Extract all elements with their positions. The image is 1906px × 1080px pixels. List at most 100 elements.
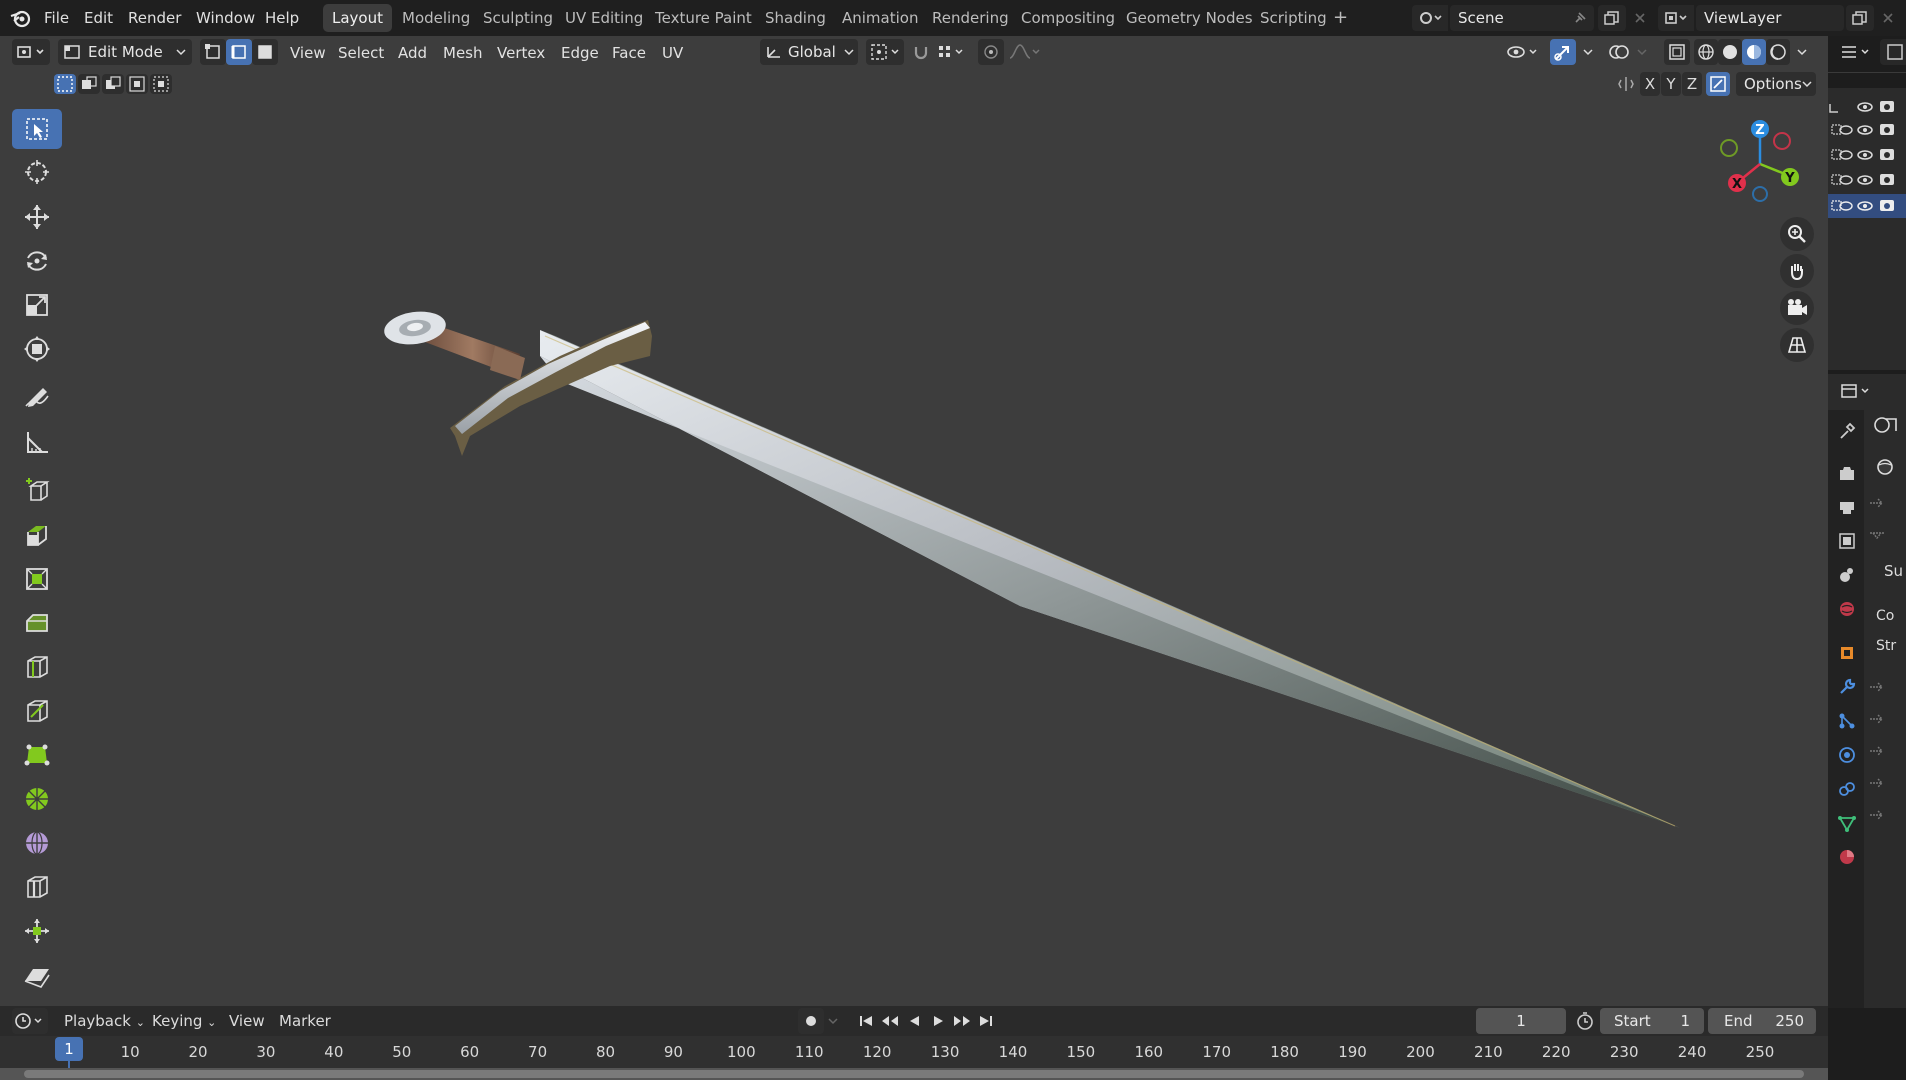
menu-view[interactable]: View [290,36,326,70]
mirror-x-button[interactable]: X [1640,72,1660,96]
spin-tool[interactable] [12,779,62,819]
tab-compositing[interactable]: Compositing [1012,4,1124,32]
smooth-tool[interactable] [12,823,62,863]
edge-select-mode-button[interactable] [226,39,252,65]
properties-editor-type-button[interactable] [1836,378,1876,404]
jump-to-keyframe-forward-icon[interactable] [950,1008,974,1034]
particles-properties-icon[interactable] [1834,708,1860,734]
outliner-row[interactable] [1828,119,1906,141]
shear-tool[interactable] [12,955,62,995]
panel-expand-icon[interactable] [1866,772,1890,794]
menu-vertex[interactable]: Vertex [497,36,545,70]
world-data-icon[interactable] [1868,412,1902,438]
menu-add[interactable]: Add [398,36,427,70]
proportional-editing-icon[interactable] [978,39,1004,65]
menu-mesh[interactable]: Mesh [443,36,483,70]
shading-dropdown-icon[interactable] [1792,39,1812,65]
playback-menu[interactable]: Playback ⌄ [64,1006,145,1036]
auto-keying-icon[interactable] [798,1008,824,1034]
edge-slide-tool[interactable] [12,867,62,907]
move-tool[interactable] [12,197,62,237]
mirror-y-button[interactable]: Y [1661,72,1681,96]
timeline-view-menu[interactable]: View [229,1006,265,1036]
cursor-tool[interactable] [12,152,62,192]
scene-properties-icon[interactable] [1834,562,1860,588]
menu-face[interactable]: Face [612,36,646,70]
transform-orientation-selector[interactable]: Global [760,39,858,65]
select-intersect-mode-button[interactable] [150,74,172,94]
output-properties-icon[interactable] [1834,494,1860,520]
auto-keying-dropdown-icon[interactable] [824,1008,842,1034]
shrink-fatten-tool[interactable] [12,911,62,951]
options-dropdown[interactable]: Options [1736,72,1816,96]
sword-model[interactable] [0,36,1828,1006]
face-select-mode-button[interactable] [252,39,278,65]
remove-view-layer-icon[interactable] [1876,5,1900,31]
tab-layout[interactable]: Layout [323,4,392,32]
outliner-filter-button[interactable] [1836,39,1876,65]
view-layer-properties-icon[interactable] [1834,528,1860,554]
tool-properties-icon[interactable] [1834,418,1860,444]
rotate-tool[interactable] [12,241,62,281]
solid-shading-button[interactable] [1718,39,1742,65]
constraints-properties-icon[interactable] [1834,776,1860,802]
menu-edge[interactable]: Edge [561,36,599,70]
jump-to-keyframe-back-icon[interactable] [878,1008,902,1034]
panel-expand-icon[interactable] [1866,804,1890,826]
panel-expand-icon[interactable] [1866,676,1890,698]
current-frame-field[interactable]: 1 [1476,1008,1566,1034]
select-invert-mode-button[interactable] [126,74,148,94]
new-view-layer-icon[interactable] [1846,5,1874,31]
timeline-editor-type-button[interactable] [12,1008,48,1034]
marker-menu[interactable]: Marker [279,1006,331,1036]
timeline-scrollbar-thumb[interactable] [24,1070,1804,1078]
tab-scripting[interactable]: Scripting [1251,4,1336,32]
outliner-row[interactable] [1828,144,1906,166]
select-subtract-mode-button[interactable] [102,74,124,94]
panel-expand-icon[interactable] [1866,708,1890,730]
measure-tool[interactable] [12,422,62,462]
scene-browse-icon[interactable] [1412,5,1448,31]
select-box-tool[interactable] [12,109,62,149]
visibility-selector-icon[interactable] [1504,39,1542,65]
outliner-new-collection-icon[interactable] [1880,39,1906,65]
playhead[interactable]: 1 [55,1037,83,1061]
panel-expand-icon[interactable] [1866,740,1890,762]
modifier-properties-icon[interactable] [1834,674,1860,700]
panel-collapse-icon[interactable] [1866,524,1890,546]
jump-to-end-icon[interactable] [974,1008,998,1034]
select-extend-mode-button[interactable] [78,74,100,94]
menu-edit[interactable]: Edit [84,0,113,36]
zoom-icon[interactable] [1780,217,1814,251]
world-properties-icon[interactable] [1834,596,1860,622]
scale-tool[interactable] [12,285,62,325]
extrude-region-tool[interactable] [12,515,62,555]
overlays-dropdown-icon[interactable] [1632,39,1652,65]
start-frame-field[interactable]: Start 1 [1600,1008,1704,1034]
bevel-tool[interactable] [12,603,62,643]
tab-modeling[interactable]: Modeling [393,4,479,32]
inset-faces-tool[interactable] [12,559,62,599]
pivot-point-selector[interactable] [866,39,904,65]
menu-uv[interactable]: UV [662,36,683,70]
mirror-icon[interactable] [1614,72,1638,96]
transform-tool[interactable] [12,329,62,369]
rendered-shading-button[interactable] [1766,39,1790,65]
play-icon[interactable] [926,1008,950,1034]
end-frame-field[interactable]: End 250 [1708,1008,1816,1034]
preview-range-icon[interactable] [1572,1008,1598,1034]
material-properties-icon[interactable] [1834,844,1860,870]
vertex-select-mode-button[interactable] [200,39,226,65]
pin-icon[interactable] [1568,5,1592,31]
view-layer-field[interactable]: ViewLayer [1696,5,1844,31]
loop-cut-tool[interactable] [12,647,62,687]
view-layer-browse-icon[interactable] [1658,5,1694,31]
menu-help[interactable]: Help [265,0,299,36]
show-overlays-button[interactable] [1606,39,1632,65]
add-workspace-button[interactable]: + [1333,0,1348,36]
keying-menu[interactable]: Keying ⌄ [152,1006,216,1036]
new-scene-icon[interactable] [1598,5,1626,31]
gizmo-dropdown-icon[interactable] [1578,39,1598,65]
tab-uv-editing[interactable]: UV Editing [556,4,652,32]
snap-icon[interactable] [908,39,934,65]
